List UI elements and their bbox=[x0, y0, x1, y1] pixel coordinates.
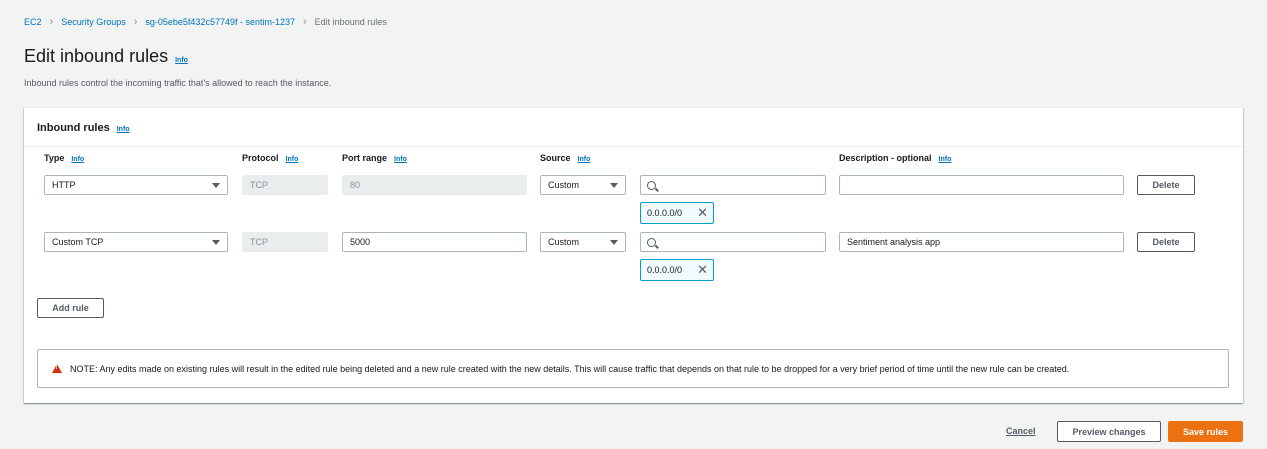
rule-1-source-value: Custom bbox=[548, 180, 580, 190]
rule-2-cidr-token: 0.0.0.0/0 ✕ bbox=[640, 259, 714, 281]
close-icon[interactable]: ✕ bbox=[697, 206, 708, 219]
column-label-type: Type bbox=[44, 153, 65, 163]
rule-1-port-range: 80 bbox=[342, 175, 527, 195]
chevron-right-icon: › bbox=[303, 16, 307, 28]
rule-2-source-select[interactable]: Custom bbox=[540, 232, 626, 252]
description-info-link[interactable]: Info bbox=[939, 156, 952, 163]
column-header-description: Description - optional Info bbox=[839, 153, 951, 163]
caret-down-icon bbox=[212, 239, 220, 245]
column-label-source: Source bbox=[540, 153, 571, 163]
page-title-info-link[interactable]: Info bbox=[175, 57, 188, 64]
warning-note-text: NOTE: Any edits made on existing rules w… bbox=[70, 363, 1070, 374]
rule-2-cidr-value: 0.0.0.0/0 bbox=[647, 265, 683, 275]
warning-note: NOTE: Any edits made on existing rules w… bbox=[37, 349, 1229, 388]
rule-1-source-select[interactable]: Custom bbox=[540, 175, 626, 195]
column-header-source: Source Info bbox=[540, 153, 590, 163]
rule-1-cidr-token: 0.0.0.0/0 ✕ bbox=[640, 202, 714, 224]
source-info-link[interactable]: Info bbox=[578, 156, 591, 163]
save-rules-button[interactable]: Save rules bbox=[1168, 421, 1243, 442]
rule-2-port-range-input[interactable]: 5000 bbox=[342, 232, 527, 252]
caret-down-icon bbox=[212, 182, 220, 188]
column-header-type: Type Info bbox=[44, 153, 84, 163]
page-title-row: Edit inbound rules Info bbox=[24, 46, 188, 67]
rule-2-type-select[interactable]: Custom TCP bbox=[44, 232, 228, 252]
rule-2-source-value: Custom bbox=[548, 237, 580, 247]
search-icon bbox=[647, 180, 656, 190]
caret-down-icon bbox=[610, 182, 618, 188]
rule-2-description-input[interactable]: Sentiment analysis app bbox=[839, 232, 1124, 252]
panel-header: Inbound rules Info bbox=[37, 122, 130, 134]
rule-1-cidr-search-input[interactable] bbox=[640, 175, 826, 195]
rule-1-type-value: HTTP bbox=[52, 180, 76, 190]
breadcrumb-current: Edit inbound rules bbox=[314, 17, 387, 27]
rule-2-cidr-search-input[interactable] bbox=[640, 232, 826, 252]
breadcrumb: EC2 › Security Groups › sg-05ebe5f432c57… bbox=[24, 16, 387, 28]
column-label-description: Description - optional bbox=[839, 153, 932, 163]
search-icon bbox=[647, 237, 656, 247]
breadcrumb-security-group-id[interactable]: sg-05ebe5f432c57749f - sentim-1237 bbox=[145, 17, 295, 27]
column-label-protocol: Protocol bbox=[242, 153, 279, 163]
column-header-protocol: Protocol Info bbox=[242, 153, 298, 163]
inbound-rules-panel: Inbound rules Info Type Info Protocol In… bbox=[24, 107, 1243, 403]
rule-2-protocol: TCP bbox=[242, 232, 328, 252]
page-subtitle: Inbound rules control the incoming traff… bbox=[24, 78, 332, 88]
rule-2-type-value: Custom TCP bbox=[52, 237, 104, 247]
rule-1-type-select[interactable]: HTTP bbox=[44, 175, 228, 195]
close-icon[interactable]: ✕ bbox=[697, 263, 708, 276]
rule-2-delete-button[interactable]: Delete bbox=[1137, 232, 1195, 252]
type-info-link[interactable]: Info bbox=[71, 156, 84, 163]
chevron-right-icon: › bbox=[49, 16, 54, 28]
panel-info-link[interactable]: Info bbox=[117, 126, 130, 133]
chevron-right-icon: › bbox=[133, 16, 138, 28]
breadcrumb-ec2[interactable]: EC2 bbox=[24, 17, 42, 27]
cancel-button[interactable]: Cancel bbox=[1006, 426, 1036, 436]
rule-1-description-input[interactable] bbox=[839, 175, 1124, 195]
rule-1-cidr-value: 0.0.0.0/0 bbox=[647, 208, 683, 218]
preview-changes-button[interactable]: Preview changes bbox=[1057, 421, 1161, 442]
breadcrumb-security-groups[interactable]: Security Groups bbox=[61, 17, 126, 27]
protocol-info-link[interactable]: Info bbox=[286, 156, 299, 163]
column-header-port-range: Port range Info bbox=[342, 153, 407, 163]
rule-1-delete-button[interactable]: Delete bbox=[1137, 175, 1195, 195]
rule-1-protocol: TCP bbox=[242, 175, 328, 195]
panel-title: Inbound rules bbox=[37, 122, 110, 134]
panel-divider bbox=[24, 146, 1243, 147]
page-title: Edit inbound rules bbox=[24, 46, 169, 66]
caret-down-icon bbox=[610, 239, 618, 245]
column-label-port-range: Port range bbox=[342, 153, 388, 163]
add-rule-button[interactable]: Add rule bbox=[37, 298, 104, 318]
port-range-info-link[interactable]: Info bbox=[394, 156, 407, 163]
warning-icon bbox=[52, 364, 62, 373]
